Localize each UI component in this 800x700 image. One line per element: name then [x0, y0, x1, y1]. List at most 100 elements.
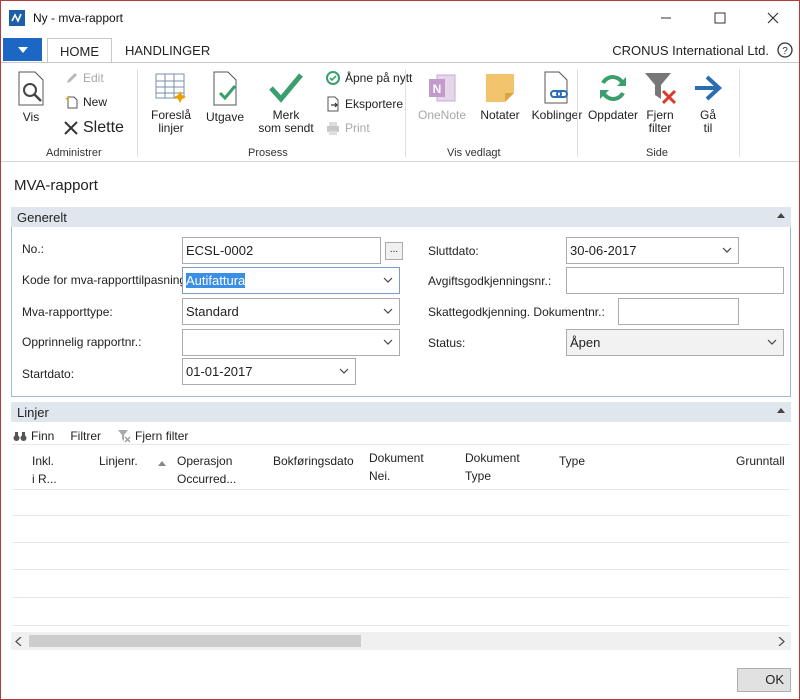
startdato-value: 01-01-2017: [186, 364, 253, 379]
utgave-label: Utgave: [205, 110, 245, 124]
grid-divider: [12, 515, 790, 516]
fjern-label-1: Fjern: [646, 108, 674, 122]
group-separator: [739, 69, 740, 157]
finn-button[interactable]: Finn: [13, 429, 54, 443]
column-inkl-l1: Inkl.: [32, 454, 55, 468]
apne-label: Åpne på nytt: [345, 71, 413, 85]
notater-button[interactable]: Notater: [477, 71, 523, 122]
column-header-linjenr[interactable]: Linjenr.: [99, 452, 138, 470]
collapse-icon: [777, 408, 785, 413]
column-operasjon-l2: Occurred...: [177, 472, 237, 486]
column-dokument-nei-l1: Dokument: [369, 451, 424, 465]
lines-toolbar: Finn Filtrer Fjern filter: [13, 427, 200, 445]
sluttdato-label: Sluttdato:: [428, 244, 479, 258]
column-type-l1: Type: [559, 454, 586, 468]
column-grunntall-l1: Grunntall: [736, 454, 785, 468]
skatt-label: Skattegodkjenning. Dokumentnr.:: [428, 305, 605, 319]
slette-button[interactable]: Slette: [63, 119, 124, 137]
sluttdato-field[interactable]: 30-06-2017: [566, 237, 739, 264]
edit-button[interactable]: Edit: [65, 69, 104, 87]
scroll-right-icon[interactable]: [778, 637, 785, 646]
maximize-icon: [714, 12, 726, 24]
edit-label: Edit: [83, 71, 104, 85]
no-field[interactable]: ECSL-0002: [182, 237, 381, 264]
oppdater-button[interactable]: Oppdater: [587, 71, 639, 122]
column-header-type[interactable]: Type: [559, 452, 585, 470]
type-select[interactable]: Standard: [182, 298, 400, 325]
print-button[interactable]: Print: [325, 119, 370, 137]
type-label: Mva-rapporttype:: [22, 305, 113, 319]
ribbon: Vis Edit New Slette Administrer Foreslå …: [1, 62, 799, 162]
help-icon[interactable]: ?: [777, 42, 793, 58]
app-menu-button[interactable]: [3, 38, 42, 61]
filtrer-button[interactable]: Filtrer: [70, 429, 101, 443]
chevron-down-icon: [383, 308, 393, 314]
checkmark-icon: [269, 73, 303, 103]
maximize-button[interactable]: [697, 1, 743, 35]
ga-til-button[interactable]: Gå til: [691, 71, 725, 135]
finn-label: Finn: [31, 429, 55, 443]
tab-home[interactable]: HOME: [47, 38, 112, 64]
koblinger-label: Koblinger: [531, 108, 583, 122]
eksportere-button[interactable]: Eksportere: [325, 95, 403, 113]
koblinger-button[interactable]: Koblinger: [530, 71, 584, 122]
column-header-dokument-nei[interactable]: Dokument Nei.: [369, 449, 424, 485]
merk-som-sendt-button[interactable]: Merk som sendt: [255, 71, 317, 135]
tab-handlinger[interactable]: HANDLINGER: [113, 38, 222, 64]
new-button[interactable]: New: [65, 93, 107, 111]
window: Ny - mva-rapport HOME HANDLINGER CRONUS …: [0, 0, 800, 700]
binoculars-icon: [13, 432, 27, 441]
ribbon-tab-bar: HOME HANDLINGER CRONUS International Ltd…: [1, 35, 799, 64]
avgift-field[interactable]: [566, 267, 784, 294]
status-select[interactable]: Åpen: [566, 329, 784, 356]
pencil-icon: [67, 73, 77, 83]
lines-header-label: Linjer: [17, 405, 49, 420]
grid-divider: [12, 542, 790, 543]
kode-field[interactable]: Autifattura: [182, 267, 400, 294]
column-header-inkl[interactable]: Inkl. i R...: [32, 452, 57, 488]
ok-button[interactable]: OK: [737, 668, 791, 692]
vis-button[interactable]: Vis: [15, 71, 47, 124]
suggest-lines-icon: [155, 73, 186, 103]
foresla-linjer-button[interactable]: Foreslå linjer: [147, 71, 195, 135]
no-value: ECSL-0002: [186, 243, 254, 258]
utgave-button[interactable]: Utgave: [203, 71, 247, 124]
grid-divider: [12, 597, 790, 598]
column-header-bokforingsdato[interactable]: Bokføringsdato: [273, 452, 354, 470]
company-name: CRONUS International Ltd.: [612, 43, 769, 58]
no-lookup-button[interactable]: ...: [385, 242, 403, 260]
close-window-button[interactable]: [750, 1, 796, 35]
onenote-button[interactable]: N OneNote: [413, 71, 471, 122]
minimize-button[interactable]: [643, 1, 689, 35]
apne-pa-nytt-button[interactable]: Åpne på nytt: [325, 69, 412, 87]
column-inkl-l2: i R...: [32, 472, 57, 486]
lines-fasttab-header[interactable]: Linjer: [11, 402, 791, 422]
fjern-label-2: filter: [648, 121, 672, 135]
scrollbar-thumb[interactable]: [29, 635, 361, 647]
arrow-right-icon: [695, 75, 722, 101]
group-separator: [577, 69, 578, 157]
scroll-left-icon[interactable]: [15, 637, 22, 646]
merk-label-2: som sendt: [258, 121, 314, 135]
chevron-down-icon: [383, 339, 393, 345]
column-header-grunntall[interactable]: Grunntall: [736, 452, 785, 470]
type-value: Standard: [186, 304, 239, 319]
general-fasttab-header[interactable]: Generelt: [11, 207, 791, 227]
svg-text:N: N: [433, 82, 442, 96]
opprinnelig-field[interactable]: [182, 329, 400, 356]
clear-filter-icon: [118, 430, 131, 443]
onenote-label: OneNote: [417, 108, 467, 122]
skatt-field[interactable]: [618, 298, 739, 325]
column-header-operasjon[interactable]: Operasjon Occurred...: [177, 452, 236, 488]
fjern-filter-button[interactable]: Fjern filter: [641, 71, 679, 135]
avgift-label: Avgiftsgodkjenningsnr.:: [428, 274, 552, 288]
column-header-dokument-type[interactable]: Dokument Type: [465, 449, 520, 485]
print-label: Print: [345, 121, 370, 135]
group-vis-vedlagt-label: Vis vedlagt: [447, 147, 501, 159]
startdato-field[interactable]: 01-01-2017: [182, 358, 356, 385]
fjern-filter-lines-button[interactable]: Fjern filter: [117, 429, 188, 443]
clear-filter-icon: [645, 73, 677, 105]
horizontal-scrollbar[interactable]: [11, 632, 791, 650]
link-document-icon: [544, 71, 568, 104]
no-label: No.:: [22, 242, 45, 256]
